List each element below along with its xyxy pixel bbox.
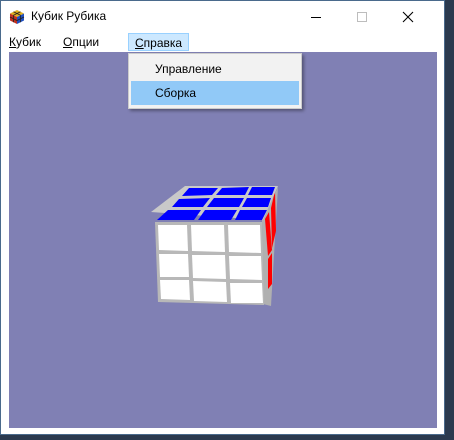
minimize-icon <box>311 16 321 18</box>
minimize-button[interactable] <box>293 1 339 32</box>
menu-item-controls[interactable]: Управление <box>131 57 299 81</box>
window-title: Кубик Рубика <box>31 9 107 23</box>
close-button[interactable] <box>385 1 431 32</box>
maximize-icon <box>357 11 367 22</box>
menu-options[interactable]: Опции <box>57 33 105 51</box>
help-dropdown-menu: Управление Сборка <box>128 53 302 109</box>
maximize-button[interactable] <box>339 1 385 32</box>
menu-bar: Кубик Опции Справка <box>1 32 444 52</box>
menu-help[interactable]: Справка <box>128 33 190 51</box>
menu-kubik[interactable]: Кубик <box>3 33 47 51</box>
app-window: Кубик Рубика Кубик Опции Справка Управле… <box>0 0 445 435</box>
title-bar[interactable]: Кубик Рубика <box>1 1 444 32</box>
close-icon <box>402 11 414 22</box>
rubiks-cube-3d[interactable] <box>141 176 291 316</box>
menu-item-assembly[interactable]: Сборка <box>131 81 299 105</box>
rubiks-cube-app-icon <box>9 10 25 24</box>
